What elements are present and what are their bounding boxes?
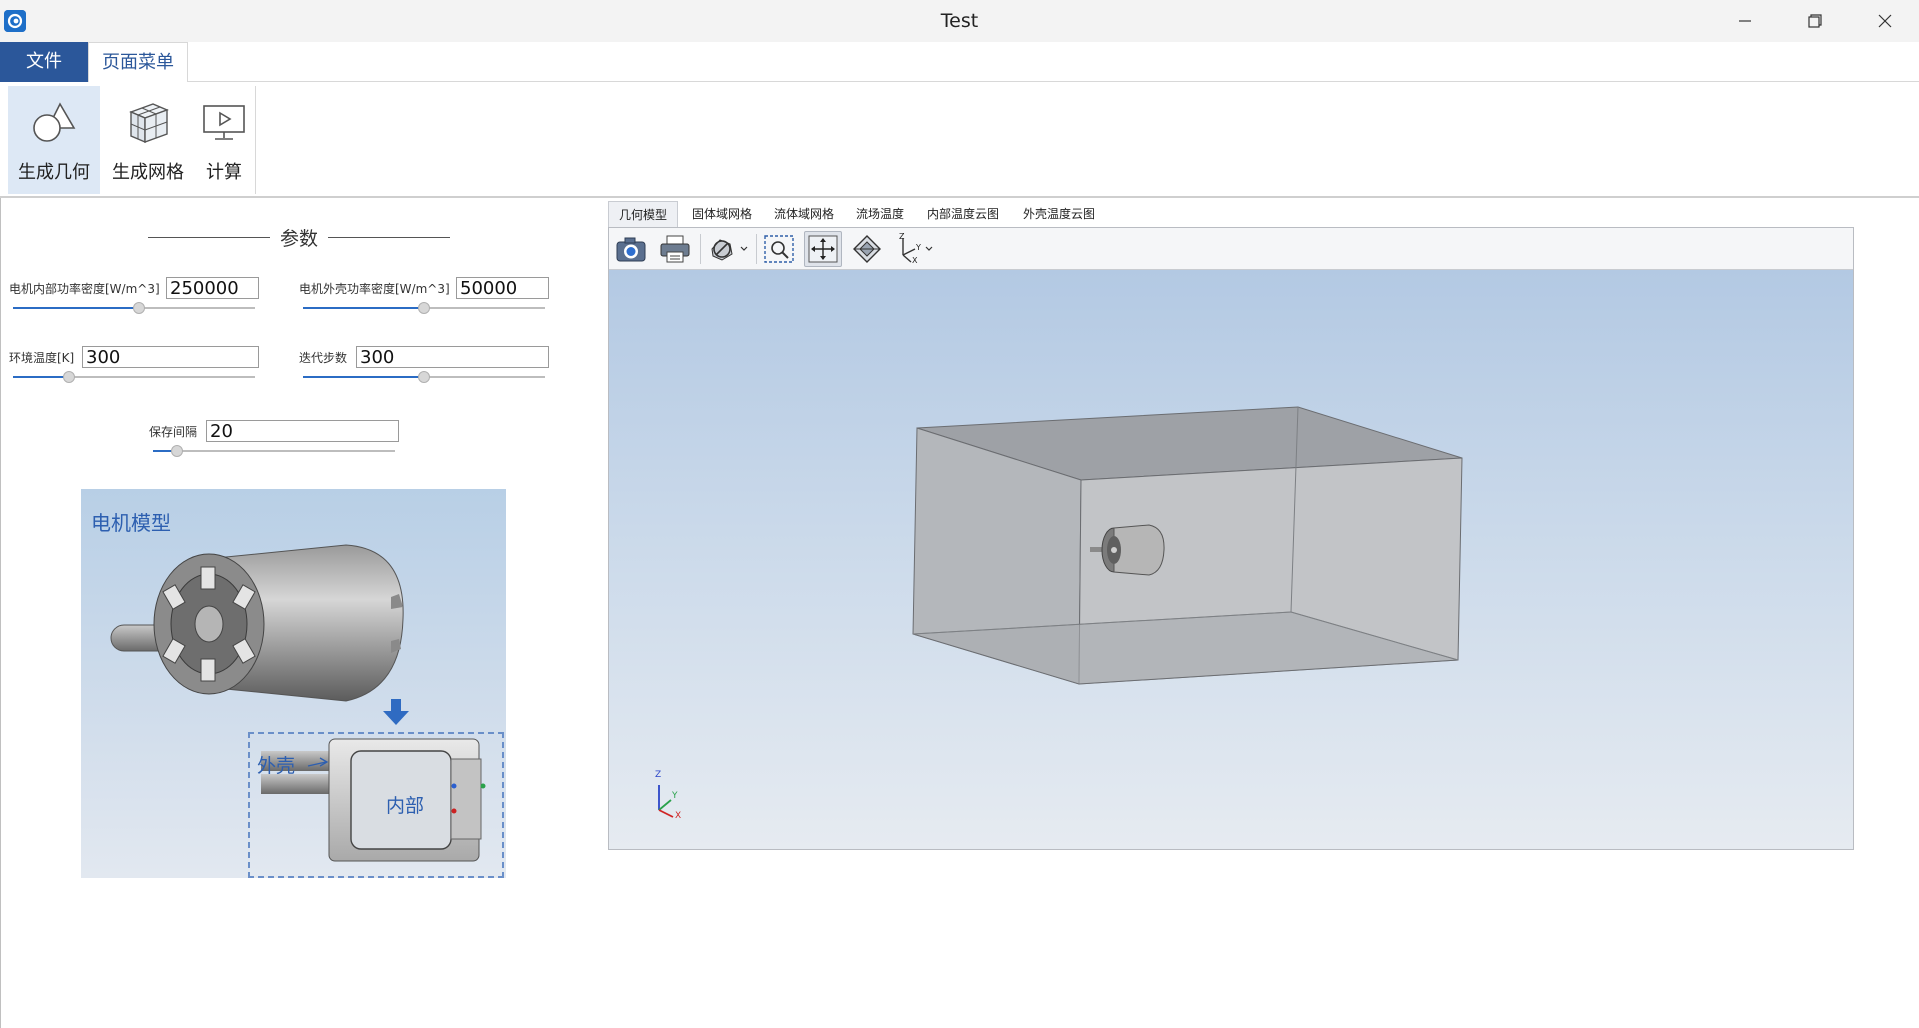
toolbar-separator [756,234,757,264]
minimize-button[interactable] [1716,0,1774,42]
display-mode-dropdown[interactable] [704,231,752,267]
geometry-icon [30,94,78,152]
iterations-slider[interactable] [303,371,545,383]
params-section-title: 参数 [148,224,451,250]
compute-label: 计算 [206,162,242,183]
geometry-viewer: ZYX Z Y X [608,227,1854,850]
triad-z-label: Z [655,770,662,780]
tab-fluid-mesh[interactable]: 流体域网格 [766,201,842,227]
tab-inner-temp-contour[interactable]: 内部温度云图 [918,201,1008,227]
print-button[interactable] [656,231,694,267]
tab-page-menu[interactable]: 页面菜单 [88,42,188,83]
params-title-text: 参数 [280,227,319,250]
tab-solid-mesh[interactable]: 固体域网格 [684,201,760,227]
slider-thumb[interactable] [171,445,184,457]
title-rule-left [148,236,270,238]
close-icon [1878,14,1892,28]
svg-text:Y: Y [915,243,921,252]
save-interval-slider[interactable] [153,445,395,457]
zoom-window-button[interactable] [760,231,798,267]
ambient-temp-slider[interactable] [13,371,255,383]
monitor-play-icon [201,94,247,152]
zoom-window-icon [764,235,794,263]
minimize-icon [1739,20,1751,22]
axis-triad [658,785,674,818]
title-bar: Test [0,0,1919,42]
ribbon-divider [255,86,256,194]
title-rule-right [328,236,451,238]
print-icon [660,235,690,263]
shell-label: 外壳 [257,755,296,777]
inner-label: 内部 [386,795,425,817]
triad-x-label: X [675,811,682,821]
fit-all-icon [853,235,881,263]
compute-button[interactable]: 计算 [196,86,252,194]
axis-view-icon: Z YX [899,233,933,265]
camera-icon [616,237,646,262]
3d-viewport[interactable]: Z Y X [609,270,1853,849]
shell-power-label: 电机外壳功率密度[W/m^3] [299,282,450,296]
save-interval-input[interactable] [206,420,399,442]
save-interval-label: 保存间隔 [149,425,198,439]
shell-power-slider[interactable] [303,302,545,314]
display-mode-icon [711,239,748,261]
tab-flow-temperature[interactable]: 流场温度 [848,201,912,227]
pan-button[interactable] [804,231,842,267]
pan-icon [808,235,838,263]
close-button[interactable] [1856,0,1914,42]
ambient-temp-input[interactable] [82,346,259,368]
triad-y-label: Y [672,791,678,801]
fluid-domain-box [658,406,1463,818]
fit-all-button[interactable] [848,231,886,267]
ribbon-panel: 生成几何 生成网格 计算 [0,82,1919,198]
inner-power-input[interactable] [166,277,259,299]
svg-text:X: X [912,256,918,265]
mesh-cube-icon [123,94,173,152]
tab-geometry-model[interactable]: 几何模型 [608,201,678,227]
left-panel-border [0,198,1,1028]
iterations-input[interactable] [356,346,549,368]
restore-icon [1808,14,1822,28]
iterations-label: 迭代步数 [299,351,348,365]
generate-mesh-button[interactable]: 生成网格 [104,86,192,194]
tab-file[interactable]: 文件 [0,42,88,82]
slider-thumb[interactable] [418,302,430,314]
inner-power-slider[interactable] [13,302,255,314]
viewer-tab-bar: 几何模型 固体域网格 流体域网格 流场温度 内部温度云图 外壳温度云图 [608,201,1858,227]
window-title: Test [940,10,979,32]
generate-geometry-label: 生成几何 [18,162,90,183]
viewer-toolbar: Z YX [609,228,1853,270]
generate-geometry-button[interactable]: 生成几何 [8,86,100,194]
snapshot-button[interactable] [612,231,650,267]
generate-mesh-label: 生成网格 [112,162,184,183]
axis-view-dropdown[interactable]: Z YX [892,231,936,267]
restore-button[interactable] [1786,0,1844,42]
slider-thumb[interactable] [418,371,430,383]
ambient-temp-label: 环境温度[K] [9,351,75,365]
tab-shell-temp-contour[interactable]: 外壳温度云图 [1014,201,1104,227]
motor-model-image: 电机模型 外壳 内部 [81,489,506,878]
toolbar-separator [700,234,701,264]
svg-text:Z: Z [899,233,905,241]
ribbon-tab-bar: 文件 页面菜单 [0,42,1919,83]
slider-thumb[interactable] [62,371,75,383]
shell-power-input[interactable] [456,277,549,299]
slider-thumb[interactable] [132,302,145,314]
inner-power-label: 电机内部功率密度[W/m^3] [9,282,160,296]
